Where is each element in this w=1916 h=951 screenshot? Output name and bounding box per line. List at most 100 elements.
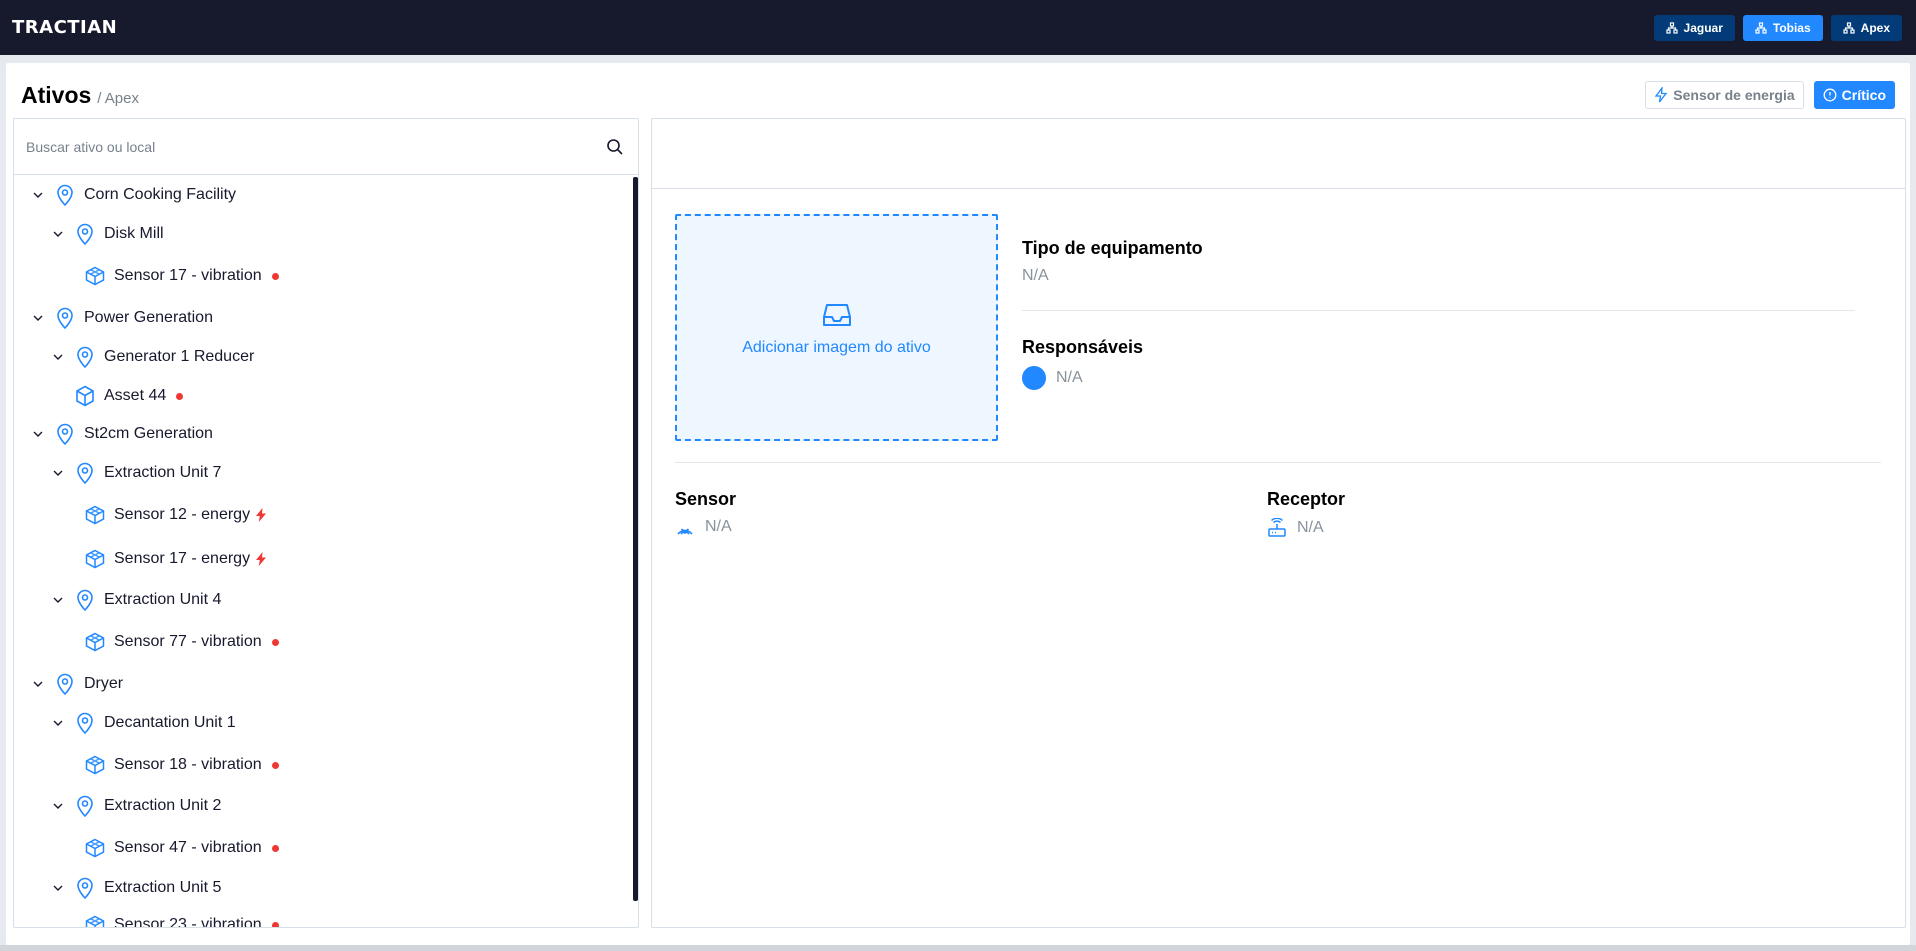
- energy-bolt-icon: [256, 552, 267, 566]
- location-pin-icon: [54, 306, 76, 330]
- location-pin-icon: [54, 422, 76, 446]
- breadcrumb: / Apex: [97, 89, 139, 107]
- tree-node-component[interactable]: Sensor 17 - vibration: [84, 260, 279, 292]
- component-icon: [84, 913, 106, 927]
- location-pin-icon: [54, 672, 76, 696]
- search-icon[interactable]: [606, 138, 624, 156]
- tree-node-label: St2cm Generation: [84, 425, 213, 442]
- hierarchy-icon: [1665, 21, 1678, 34]
- alert-status-dot: [176, 392, 184, 400]
- critical-filter-button[interactable]: Crítico: [1813, 81, 1895, 109]
- tree-scrollbar[interactable]: [633, 177, 638, 901]
- responsibles-section: Responsáveis N/A: [1022, 337, 1143, 390]
- component-icon: [84, 503, 106, 527]
- filter-label: Sensor de energia: [1673, 87, 1795, 103]
- equipment-type-label: Tipo de equipamento: [1022, 238, 1203, 258]
- location-pin-icon: [74, 794, 96, 818]
- chevron-down-icon[interactable]: [52, 882, 64, 894]
- chevron-down-icon[interactable]: [52, 717, 64, 729]
- avatar: [1022, 366, 1046, 390]
- search-input[interactable]: [26, 138, 566, 155]
- tree-node-component[interactable]: Sensor 77 - vibration: [84, 626, 279, 658]
- tree-node-label: Extraction Unit 5: [104, 879, 222, 896]
- tree-node-label: Generator 1 Reducer: [104, 348, 255, 365]
- tree-node-label: Dryer: [84, 675, 124, 692]
- chevron-down-icon[interactable]: [52, 351, 64, 363]
- tree-node-location[interactable]: Power Generation: [32, 302, 213, 334]
- location-pin-icon: [74, 588, 96, 612]
- receiver-value: N/A: [1297, 519, 1324, 536]
- filter-label: Crítico: [1841, 87, 1886, 103]
- lightning-icon: [1654, 87, 1668, 103]
- tree-node-label: Extraction Unit 4: [104, 591, 222, 608]
- location-pin-icon: [74, 345, 96, 369]
- energy-sensor-filter-button[interactable]: Sensor de energia: [1645, 81, 1804, 109]
- search-bar: [14, 119, 638, 175]
- tree-node-location[interactable]: Extraction Unit 5: [52, 872, 221, 904]
- detail-header: [652, 119, 1905, 189]
- tractian-logo[interactable]: TRACTIAN: [12, 17, 117, 38]
- page-title: Ativos: [21, 81, 92, 108]
- chevron-down-icon[interactable]: [52, 594, 64, 606]
- tree-node-component[interactable]: Sensor 18 - vibration: [84, 749, 279, 781]
- tree-node-asset[interactable]: Asset 44: [74, 380, 184, 412]
- tree-node-label: Sensor 47 - vibration: [114, 839, 262, 856]
- asset-tree: Corn Cooking Facility Disk Mill Sensor 17 …: [14, 175, 638, 927]
- title-wrap: Ativos / Apex: [21, 82, 139, 109]
- tree-node-location[interactable]: Dryer: [32, 668, 123, 700]
- chevron-down-icon[interactable]: [32, 312, 44, 324]
- component-icon: [84, 630, 106, 654]
- tree-node-label: Sensor 18 - vibration: [114, 756, 262, 773]
- alert-status-dot: [271, 272, 279, 280]
- sensor-row: N/A: [675, 518, 736, 536]
- tree-node-component[interactable]: Sensor 47 - vibration: [84, 832, 279, 864]
- tree-node-location[interactable]: Extraction Unit 4: [52, 584, 221, 616]
- chevron-down-icon[interactable]: [52, 800, 64, 812]
- chevron-down-icon[interactable]: [32, 678, 44, 690]
- responsibles-label: Responsáveis: [1022, 337, 1144, 357]
- energy-bolt-icon: [256, 508, 267, 522]
- tree-node-location[interactable]: Extraction Unit 7: [52, 457, 221, 489]
- tree-node-location[interactable]: St2cm Generation: [32, 418, 213, 450]
- tree-node-location[interactable]: Decantation Unit 1: [52, 707, 236, 739]
- filter-group: Sensor de energia Crítico: [1645, 81, 1895, 109]
- tree-node-location[interactable]: Disk Mill: [52, 218, 164, 250]
- component-icon: [84, 264, 106, 288]
- hierarchy-icon: [1843, 21, 1855, 34]
- window-bottom-bar: [0, 945, 1916, 951]
- chevron-down-icon[interactable]: [32, 189, 44, 201]
- responsible-row: N/A: [1022, 366, 1143, 390]
- sensor-section: Sensor N/A: [675, 489, 736, 536]
- sensor-label: Sensor: [675, 489, 737, 509]
- location-pin-icon: [74, 461, 96, 485]
- asset-detail-panel: Adicionar imagem do ativo Tipo de equipa…: [651, 118, 1906, 928]
- alert-status-dot: [271, 844, 279, 852]
- page-header: Ativos / Apex Sensor de energia Crítico: [21, 80, 1895, 110]
- router-icon: [1268, 518, 1286, 537]
- chevron-down-icon[interactable]: [32, 428, 44, 440]
- location-pin-icon: [54, 183, 76, 207]
- tree-node-location[interactable]: Corn Cooking Facility: [32, 179, 236, 211]
- tree-node-label: Asset 44: [104, 387, 167, 404]
- tree-node-label: Sensor 12 - energy: [114, 506, 251, 523]
- tree-node-label: Sensor 17 - vibration: [114, 267, 262, 284]
- chevron-down-icon[interactable]: [52, 467, 64, 479]
- tree-node-component[interactable]: Sensor 23 - vibration: [84, 909, 279, 927]
- company-button-jaguar[interactable]: Jaguar: [1653, 14, 1735, 41]
- company-label: Tobias: [1772, 20, 1811, 35]
- tree-node-location[interactable]: Extraction Unit 2: [52, 790, 221, 822]
- tree-node-location[interactable]: Generator 1 Reducer: [52, 341, 254, 373]
- tree-node-label: Sensor 77 - vibration: [114, 633, 262, 650]
- chevron-down-icon[interactable]: [52, 228, 64, 240]
- equipment-type-value: N/A: [1022, 267, 1049, 284]
- company-selector: Jaguar Tobias Apex: [1653, 14, 1904, 41]
- add-image-label: Adicionar imagem do ativo: [742, 338, 931, 356]
- add-asset-image-button[interactable]: Adicionar imagem do ativo: [675, 214, 998, 441]
- tree-node-component[interactable]: Sensor 17 - energy: [84, 543, 267, 575]
- component-icon: [84, 547, 106, 571]
- company-button-apex[interactable]: Apex: [1830, 14, 1902, 41]
- tree-node-component[interactable]: Sensor 12 - energy: [84, 499, 267, 531]
- company-button-tobias[interactable]: Tobias: [1742, 14, 1823, 41]
- top-bar: TRACTIAN Jaguar Tobias Apex: [0, 0, 1916, 55]
- receiver-row: N/A: [1267, 518, 1345, 538]
